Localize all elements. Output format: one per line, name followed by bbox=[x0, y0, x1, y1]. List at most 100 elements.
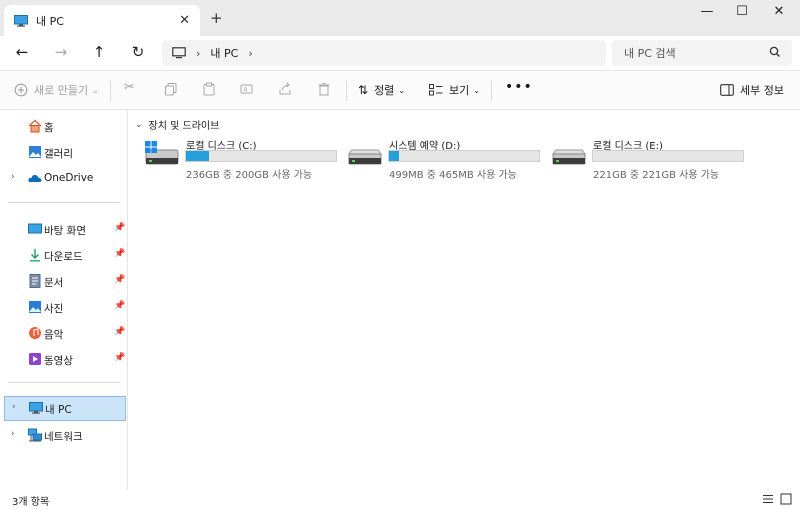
new-tab-icon[interactable]: + bbox=[210, 9, 223, 27]
address-bar[interactable]: › 내 PC › bbox=[162, 40, 606, 66]
home-icon bbox=[28, 119, 42, 133]
sidebar-divider bbox=[8, 382, 120, 383]
drive-usage-bar bbox=[592, 150, 744, 162]
sidebar-item-label: 동영상 bbox=[44, 355, 73, 367]
drive-icon bbox=[348, 149, 382, 165]
sidebar-item-label: 내 PC bbox=[45, 404, 72, 416]
pin-icon[interactable]: 📌 bbox=[114, 223, 125, 233]
drive-usage-fill bbox=[389, 151, 400, 161]
command-bar: 새로 만들기 ⌄ ✂ A ⇅ 정렬 ⌄ 보기 ⌄ ••• 세부 정보 bbox=[0, 70, 800, 110]
plus-circle-icon bbox=[14, 83, 28, 97]
tab-this-pc[interactable]: 내 PC ✕ bbox=[4, 5, 200, 36]
view-button[interactable]: 보기 ⌄ bbox=[429, 82, 480, 98]
breadcrumb-chevron-icon[interactable]: › bbox=[196, 47, 200, 60]
pin-icon[interactable]: 📌 bbox=[114, 275, 125, 285]
drive-space-info: 499MB 중 465MB 사용 가능 bbox=[389, 170, 517, 181]
breadcrumb-chevron-icon[interactable]: › bbox=[248, 47, 252, 60]
sidebar-item-this-pc[interactable]: › 내 PC bbox=[4, 396, 126, 421]
view-button-label: 보기 bbox=[449, 84, 470, 97]
sidebar-item-label: 바탕 화면 bbox=[44, 225, 86, 237]
breadcrumb-this-pc[interactable]: 내 PC bbox=[210, 45, 238, 61]
drive-icon bbox=[552, 149, 586, 165]
download-icon bbox=[30, 249, 40, 262]
tiles-view-icon[interactable] bbox=[780, 493, 792, 505]
up-arrow-icon[interactable]: ↑ bbox=[89, 43, 109, 63]
sidebar-item-videos[interactable]: 동영상 📌 bbox=[0, 348, 128, 370]
navigation-bar: ← → ↑ ↻ › 내 PC › 내 PC 검색 bbox=[0, 36, 800, 70]
monitor-icon bbox=[14, 14, 28, 27]
search-input[interactable]: 내 PC 검색 bbox=[612, 40, 792, 66]
drive-item[interactable]: 로컬 디스크 (E:) 221GB 중 221GB 사용 가능 bbox=[536, 135, 744, 181]
drive-item[interactable]: 시스템 예약 (D:) 499MB 중 465MB 사용 가능 bbox=[332, 135, 540, 181]
svg-text:A: A bbox=[244, 87, 249, 94]
sidebar-item-onedrive[interactable]: › OneDrive bbox=[0, 167, 128, 189]
pin-icon[interactable]: 📌 bbox=[114, 327, 125, 337]
chevron-down-icon: ⌄ bbox=[92, 85, 99, 95]
chevron-right-icon[interactable]: › bbox=[11, 172, 15, 182]
pin-icon[interactable]: 📌 bbox=[114, 249, 125, 259]
details-pane-button[interactable]: 세부 정보 bbox=[720, 82, 784, 98]
back-arrow-icon[interactable]: ← bbox=[12, 43, 32, 63]
sidebar-item-label: 음악 bbox=[44, 329, 64, 341]
close-tab-icon[interactable]: ✕ bbox=[179, 13, 190, 28]
rename-icon[interactable]: A bbox=[240, 82, 254, 96]
drive-usage-bar bbox=[185, 150, 337, 162]
tab-title: 내 PC bbox=[36, 14, 64, 28]
sidebar-item-gallery[interactable]: 갤러리 bbox=[0, 141, 128, 163]
sidebar-item-label: OneDrive bbox=[44, 172, 94, 184]
chevron-down-icon: ⌄ bbox=[398, 85, 406, 95]
search-placeholder: 내 PC 검색 bbox=[624, 47, 676, 60]
title-bar: 내 PC ✕ + — ☐ ✕ bbox=[0, 0, 800, 36]
monitor-icon bbox=[172, 47, 186, 59]
more-options-icon[interactable]: ••• bbox=[505, 79, 533, 95]
pin-icon[interactable]: 📌 bbox=[114, 301, 125, 311]
drive-usage-bar bbox=[388, 150, 540, 162]
close-window-icon[interactable]: ✕ bbox=[764, 4, 794, 24]
maximize-icon[interactable]: ☐ bbox=[727, 4, 757, 24]
copy-icon[interactable] bbox=[164, 82, 178, 96]
sidebar-item-label: 네트워크 bbox=[44, 431, 83, 443]
details-pane-label: 세부 정보 bbox=[740, 84, 784, 97]
toolbar-divider bbox=[491, 81, 492, 101]
details-view-icon[interactable] bbox=[762, 493, 774, 505]
search-icon[interactable] bbox=[768, 45, 782, 59]
share-icon[interactable] bbox=[278, 82, 292, 96]
minimize-icon[interactable]: — bbox=[692, 4, 722, 24]
forward-arrow-icon[interactable]: → bbox=[51, 43, 71, 63]
sort-button-label: 정렬 bbox=[374, 84, 395, 97]
cut-icon[interactable]: ✂ bbox=[124, 80, 135, 95]
sidebar-item-home[interactable]: 홈 bbox=[0, 115, 128, 137]
sidebar-divider bbox=[8, 202, 120, 203]
pin-icon[interactable]: 📌 bbox=[114, 353, 125, 363]
sidebar-item-downloads[interactable]: 다운로드 📌 bbox=[0, 244, 128, 266]
toolbar-divider bbox=[346, 81, 347, 101]
refresh-icon[interactable]: ↻ bbox=[128, 43, 148, 63]
drive-space-info: 221GB 중 221GB 사용 가능 bbox=[593, 170, 720, 181]
sidebar-item-pictures[interactable]: 사진 📌 bbox=[0, 296, 128, 318]
chevron-down-icon[interactable]: ⌄ bbox=[135, 120, 143, 130]
sort-button[interactable]: ⇅ 정렬 ⌄ bbox=[358, 82, 405, 98]
sidebar-item-network[interactable]: › 네트워크 bbox=[0, 424, 128, 446]
delete-icon[interactable] bbox=[317, 82, 331, 96]
sort-icon: ⇅ bbox=[358, 83, 369, 97]
sidebar-item-music[interactable]: 음악 📌 bbox=[0, 322, 128, 344]
chevron-right-icon[interactable]: › bbox=[12, 402, 16, 412]
new-button-label: 새로 만들기 bbox=[34, 84, 89, 97]
monitor-icon bbox=[29, 402, 43, 414]
group-header-devices[interactable]: ⌄ 장치 및 드라이브 bbox=[135, 117, 219, 133]
pictures-icon bbox=[29, 301, 41, 313]
drive-item[interactable]: 로컬 디스크 (C:) 236GB 중 200GB 사용 가능 bbox=[129, 135, 337, 181]
sidebar-item-label: 사진 bbox=[44, 303, 64, 315]
sidebar-item-label: 홈 bbox=[44, 122, 54, 134]
chevron-down-icon: ⌄ bbox=[473, 85, 480, 95]
chevron-right-icon[interactable]: › bbox=[11, 429, 15, 439]
drive-space-info: 236GB 중 200GB 사용 가능 bbox=[186, 170, 313, 181]
new-button[interactable]: 새로 만들기 ⌄ bbox=[14, 82, 99, 98]
sidebar-item-label: 문서 bbox=[44, 277, 64, 289]
sidebar-item-desktop[interactable]: 바탕 화면 📌 bbox=[0, 218, 128, 240]
sidebar-item-documents[interactable]: 문서 📌 bbox=[0, 270, 128, 292]
music-icon bbox=[29, 327, 41, 339]
paste-icon[interactable] bbox=[202, 82, 216, 96]
item-count: 3개 항목 bbox=[12, 497, 50, 508]
windows-drive-icon bbox=[145, 141, 179, 165]
